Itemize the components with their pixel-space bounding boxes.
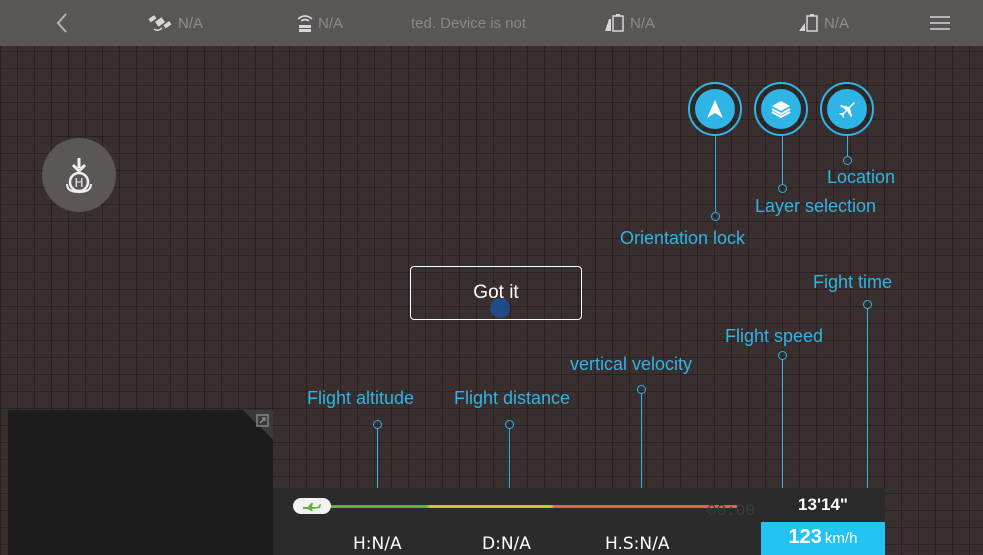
- chevron-left-icon: [56, 13, 67, 33]
- home-point-button[interactable]: H: [42, 138, 116, 212]
- signal-status: N/A: [296, 0, 343, 46]
- hamburger-icon-line: [930, 28, 950, 30]
- layer-selection-label: Layer selection: [755, 196, 877, 216]
- flight-speed-box: 123 km/h: [761, 522, 885, 555]
- hamburger-icon-line: [930, 22, 950, 24]
- flight-distance-label: Flight distance: [454, 388, 571, 408]
- flight-time-guide-line: [867, 309, 868, 489]
- gps-status: N/A: [148, 0, 203, 46]
- location-button[interactable]: [820, 82, 874, 136]
- status-bar: N/A N/A ted. Device is not N/A N/A: [0, 0, 983, 46]
- connection-warning: ted. Device is not: [411, 14, 527, 32]
- location-label: Location: [827, 167, 896, 187]
- ghost-time-text: 00:00: [707, 502, 756, 520]
- flight-progress-bar: [293, 505, 737, 508]
- layer-selection-button[interactable]: [754, 82, 808, 136]
- distance-value: D:N/A: [482, 534, 531, 554]
- aircraft-battery: N/A: [604, 0, 655, 46]
- layers-icon: [771, 101, 791, 119]
- remote-battery-text: N/A: [824, 14, 850, 32]
- satellite-icon: [148, 15, 172, 32]
- height-value: H:N/A: [353, 534, 402, 554]
- vertical-velocity-guide-dot: [637, 385, 646, 394]
- menu-button[interactable]: [928, 0, 952, 46]
- orientation-lock-button[interactable]: [688, 82, 742, 136]
- location-guide-dot: [843, 156, 852, 165]
- signal-status-text: N/A: [318, 14, 344, 32]
- flight-altitude-guide-dot: [373, 420, 382, 429]
- flight-time-label: Fight time: [813, 272, 893, 292]
- orientation-lock-label: Orientation lock: [620, 228, 746, 248]
- flight-time-value: 13'14": [761, 488, 885, 522]
- airplane-icon: [839, 102, 855, 118]
- back-button[interactable]: [50, 0, 74, 46]
- orientation-lock-guide-dot: [711, 212, 720, 221]
- flight-distance-guide-dot: [505, 420, 514, 429]
- telemetry-bar: 00:00 H:N/A D:N/A H.S:N/A: [273, 488, 761, 555]
- battery-icon: [605, 14, 624, 32]
- flight-speed-guide-dot: [778, 351, 787, 360]
- aircraft-icon: [303, 503, 321, 511]
- flight-speed-label: Flight speed: [725, 326, 824, 346]
- layer-selection-guide-line: [782, 135, 783, 184]
- got-it-button[interactable]: Got it: [410, 266, 582, 320]
- progress-slider-handle[interactable]: [293, 498, 331, 514]
- navigation-arrow-icon: [707, 100, 723, 118]
- camera-preview[interactable]: [8, 410, 273, 555]
- battery-icon: [799, 14, 818, 32]
- layer-selection-guide-dot: [778, 184, 787, 193]
- location-guide-line: [847, 135, 848, 156]
- remote-battery: N/A: [798, 0, 849, 46]
- hamburger-icon-line: [930, 16, 950, 18]
- home-point-icon: H: [66, 158, 92, 194]
- aircraft-battery-text: N/A: [630, 14, 656, 32]
- gps-status-text: N/A: [178, 14, 204, 32]
- signal-tower-icon: [297, 15, 313, 32]
- flight-time-guide-dot: [863, 300, 872, 309]
- flight-speed-unit: km/h: [824, 530, 858, 547]
- flight-speed-value: 123: [788, 526, 822, 548]
- orientation-lock-guide-line: [715, 135, 716, 212]
- horizontal-speed-value: H.S:N/A: [605, 534, 670, 554]
- flight-altitude-label: Flight altitude: [307, 388, 415, 408]
- expand-icon[interactable]: [256, 414, 269, 427]
- vertical-velocity-label: vertical velocity: [570, 354, 693, 374]
- svg-text:H: H: [74, 176, 83, 190]
